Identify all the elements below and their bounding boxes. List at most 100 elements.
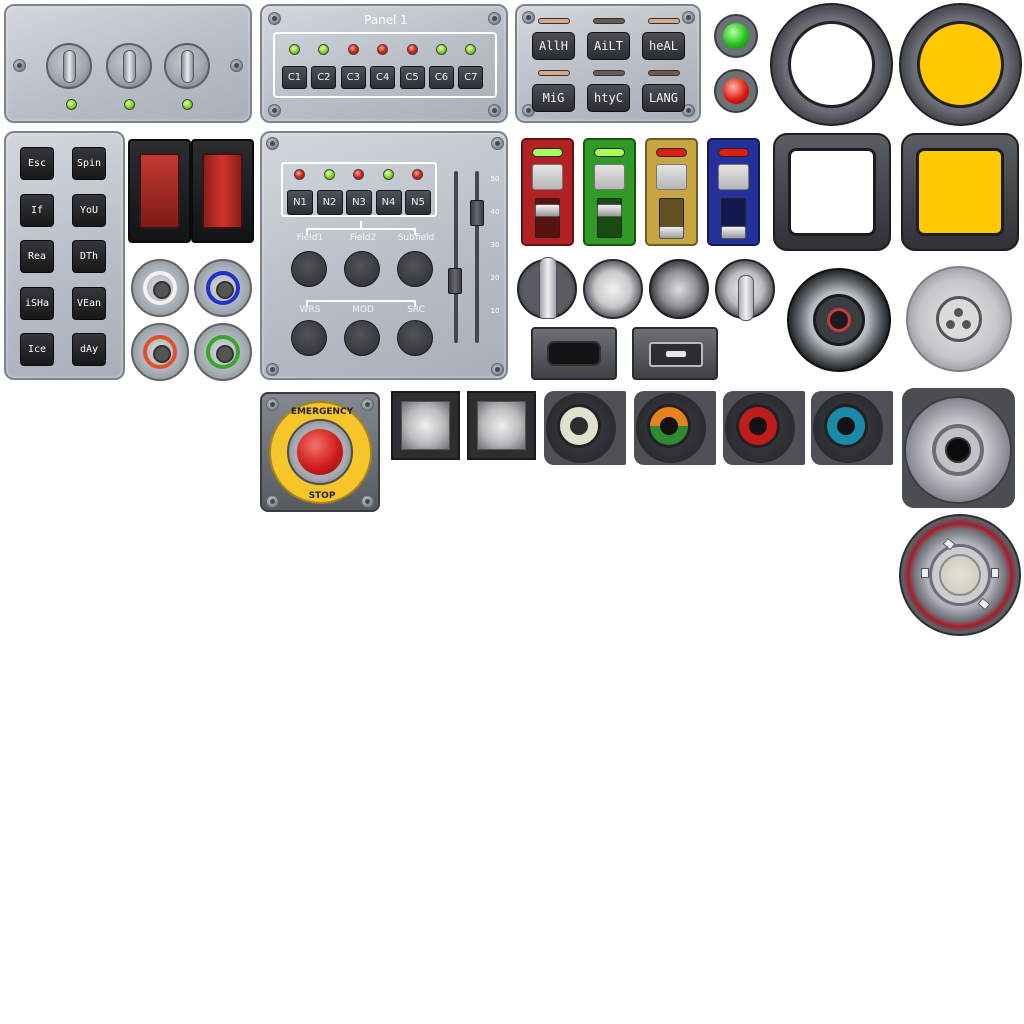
panel-mount-connector[interactable]: [902, 388, 1015, 508]
ribbed-knob[interactable]: [583, 259, 643, 319]
channel-button[interactable]: C2: [311, 66, 337, 89]
field-dial[interactable]: [397, 251, 433, 287]
fader-tick-label: 30: [490, 241, 500, 249]
key-indicator-strip: [648, 70, 680, 76]
emergency-stop-button[interactable]: [287, 419, 353, 485]
screw-icon: [266, 398, 279, 411]
jack-white[interactable]: [131, 259, 189, 317]
emergency-top-label: EMERGENCY: [290, 407, 354, 417]
channel-button[interactable]: C1: [282, 66, 307, 89]
rotary-knob-3[interactable]: [164, 43, 210, 89]
rocker-switch-right[interactable]: [191, 139, 254, 243]
mixer-led: [382, 169, 394, 180]
mode-label: MOD: [352, 305, 374, 315]
screw-icon: [488, 104, 501, 117]
side-key-button[interactable]: Rea: [20, 240, 54, 273]
key-indicator-strip: [593, 18, 625, 24]
channel-button[interactable]: C7: [458, 66, 484, 89]
rca-jack-red[interactable]: [723, 391, 805, 465]
field-dial[interactable]: [291, 251, 327, 287]
rca-jack-orange-green[interactable]: [634, 391, 716, 465]
channel-led: [465, 44, 477, 55]
jack-blue[interactable]: [194, 259, 252, 317]
push-button-grey[interactable]: [649, 259, 709, 319]
screw-icon: [361, 398, 374, 411]
mode-key-button[interactable]: AllH: [532, 32, 575, 60]
square-push-button-2[interactable]: [467, 391, 536, 460]
mixer-button[interactable]: N3: [346, 190, 372, 215]
mixer-button[interactable]: N5: [405, 190, 431, 215]
field-dial[interactable]: [344, 251, 380, 287]
mixer-button[interactable]: N4: [375, 190, 402, 215]
mode-key-button[interactable]: AiLT: [587, 32, 630, 60]
bayonet-connector[interactable]: [899, 514, 1021, 636]
side-key-button[interactable]: Esc: [20, 147, 54, 180]
rca-jack-blue[interactable]: [811, 391, 893, 465]
indicator-lamp-green: [714, 14, 758, 58]
channel-row: C1 C2 C3 C4 C5 C6 C7: [282, 42, 492, 92]
mode-row: WRS MOD SRC: [282, 305, 442, 365]
indicator-lamp-red: [714, 69, 758, 113]
xlr-connector-red[interactable]: [787, 268, 891, 372]
fader-handle-1[interactable]: [448, 268, 462, 294]
field-label: Field1: [296, 233, 324, 243]
channel-panel: Panel 1 C1 C2 C3 C4 C5 C6 C7: [260, 4, 508, 123]
screw-icon: [266, 137, 279, 150]
fader-track-1: [454, 171, 458, 343]
pointer-knob[interactable]: [517, 257, 577, 319]
side-key-button[interactable]: DTh: [72, 240, 106, 273]
mode-key-button[interactable]: htyC: [587, 84, 630, 112]
toggle-switch-yellow[interactable]: [645, 138, 698, 246]
square-button-yellow[interactable]: [901, 133, 1019, 251]
mode-label: SRC: [407, 305, 425, 315]
mode-key-button[interactable]: MiG: [532, 84, 575, 112]
mixer-panel: N1 N2 N3 N4 N5 Field1 Field2 Subfield WRS MOD SR…: [260, 131, 508, 380]
field-row: Field1 Field2 Subfield: [282, 233, 442, 293]
rca-jack-white[interactable]: [544, 391, 626, 465]
mode-dial[interactable]: [291, 320, 327, 356]
toggle-switch-red[interactable]: [521, 138, 574, 246]
din-connector[interactable]: [906, 266, 1012, 372]
channel-button[interactable]: C6: [429, 66, 454, 89]
mode-dial[interactable]: [344, 320, 380, 356]
mode-key-button[interactable]: LANG: [642, 84, 685, 112]
toggle-switch-blue[interactable]: [707, 138, 760, 246]
round-button-yellow[interactable]: [899, 3, 1022, 126]
panel-title: Panel 1: [364, 13, 408, 27]
mixer-button[interactable]: N1: [287, 190, 313, 215]
round-button-white[interactable]: [770, 3, 893, 126]
side-key-button[interactable]: VEan: [72, 286, 106, 320]
mode-key-button[interactable]: heAL: [642, 32, 685, 60]
screw-icon: [13, 59, 26, 72]
side-key-button[interactable]: dAy: [72, 333, 106, 366]
screw-icon: [491, 363, 504, 376]
rotary-knob-1[interactable]: [46, 43, 92, 89]
side-key-button[interactable]: Spin: [72, 147, 106, 180]
side-key-button[interactable]: iSHa: [20, 286, 54, 320]
mixer-button[interactable]: N2: [316, 190, 343, 215]
screw-icon: [361, 495, 374, 508]
mode-dial[interactable]: [397, 320, 433, 356]
channel-button[interactable]: C3: [340, 66, 366, 89]
square-push-button-1[interactable]: [391, 391, 460, 460]
channel-button[interactable]: C4: [370, 66, 396, 89]
mixer-led: [294, 169, 305, 180]
square-button-white[interactable]: [773, 133, 891, 251]
side-key-button[interactable]: If: [20, 193, 54, 227]
usb-c-port[interactable]: [531, 327, 617, 380]
fader-tick-label: 40: [490, 208, 500, 216]
knob-panel: [4, 4, 252, 123]
key-switch[interactable]: [715, 259, 775, 321]
rocker-switch-left[interactable]: [128, 139, 191, 243]
toggle-switch-green[interactable]: [583, 138, 636, 246]
usb-a-port[interactable]: [632, 327, 718, 380]
rotary-knob-2[interactable]: [106, 43, 152, 89]
jack-orange[interactable]: [131, 323, 189, 381]
channel-button[interactable]: C5: [399, 66, 425, 89]
side-key-button[interactable]: YoU: [72, 193, 106, 227]
fader-scale: 50 40 30 20 10: [482, 175, 510, 325]
side-key-button[interactable]: Ice: [20, 333, 54, 366]
key-indicator-strip: [538, 18, 570, 24]
jack-green[interactable]: [194, 323, 252, 381]
channel-led: [347, 44, 359, 55]
